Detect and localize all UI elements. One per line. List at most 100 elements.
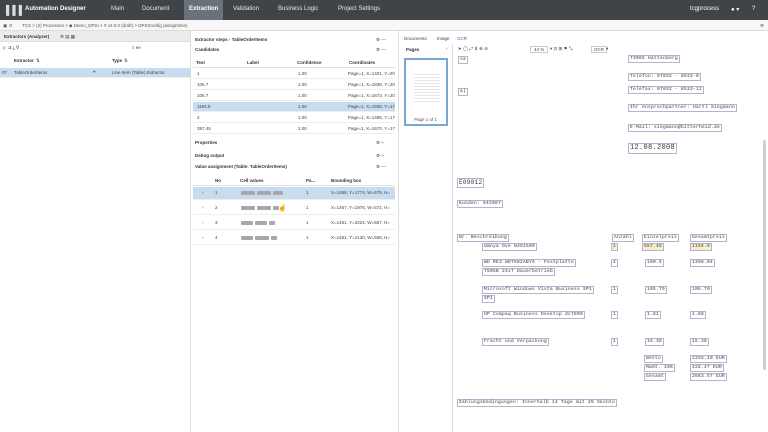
candidate-row[interactable]: 2 1.00 Page=1, X=1485, Y=17: [193, 113, 395, 123]
col-type[interactable]: Type: [112, 58, 122, 63]
ocr-item-qty[interactable]: 1: [611, 286, 619, 294]
ocr-item-desc[interactable]: HP Compaq Business Desktop dc7800: [482, 311, 586, 319]
properties-title[interactable]: Properties: [195, 140, 217, 145]
expand-icon[interactable]: ›: [202, 190, 204, 195]
col-label[interactable]: Label: [247, 60, 259, 65]
ocr-item-desc[interactable]: WD RE3 WD7502ABYS - Festplatte: [482, 259, 577, 267]
expand-icon[interactable]: ›: [202, 220, 204, 225]
panel-settings-icon[interactable]: ⚙ —: [376, 164, 386, 170]
col-no[interactable]: No: [215, 178, 221, 183]
ocr-word[interactable]: a): [458, 88, 469, 96]
panel-settings-icon[interactable]: ⚙ +: [376, 153, 384, 159]
ocr-item-total[interactable]: 105.70: [690, 286, 713, 294]
ocr-item-price[interactable]: 15.38: [645, 338, 665, 346]
ocr-item-price[interactable]: 1.61: [645, 311, 662, 319]
col-confidence[interactable]: Confidence: [297, 60, 322, 65]
ocr-item-qty[interactable]: 1: [611, 338, 619, 346]
ocr-item-price[interactable]: 557.45: [642, 243, 665, 251]
ocr-item-price[interactable]: 100.5: [645, 259, 665, 267]
ocr-item-qty[interactable]: 1: [611, 311, 619, 319]
assignment-row-selected[interactable]: › 1 1 X=1488, Y=1774, W=579, H=: [193, 187, 395, 200]
viewer-toolbar-icons[interactable]: ➤ ◯ ⤢ ⬇ ⊕ ⊖: [458, 46, 488, 52]
ocr-word[interactable]: Gesamtpreis: [690, 234, 728, 242]
panel-settings-icon[interactable]: ⚙ +: [376, 140, 384, 146]
zoom-field[interactable]: 44 %: [530, 46, 549, 53]
ocr-item-price[interactable]: 105.79: [645, 286, 668, 294]
candidate-row[interactable]: 105.7 1.00 Page=1, X=1938, Y=20: [193, 80, 395, 90]
expand-icon[interactable]: ›: [202, 205, 204, 210]
ocr-summary-label[interactable]: Netto: [644, 355, 664, 363]
ocr-item-total[interactable]: 1194.9: [690, 243, 713, 251]
ocr-word[interactable]: Einzelpreis: [642, 234, 680, 242]
ocr-summary-label[interactable]: Gesamt: [644, 373, 667, 381]
tab-validation[interactable]: Validation: [233, 6, 259, 12]
user-name[interactable]: tcgprocess: [690, 6, 719, 12]
ocr-payment-terms[interactable]: Zahlungsbedingungen: Innerhalb 14 Tage m…: [457, 399, 618, 407]
ocr-word[interactable]: sa: [458, 56, 469, 64]
candidate-row[interactable]: 105.7 1.00 Page=1, X=1673, Y=20: [193, 91, 395, 101]
save-icon[interactable]: ▣ ↺: [3, 23, 12, 29]
page-thumbnail[interactable]: Page 1 of 1: [404, 58, 448, 126]
ocr-word[interactable]: SP1: [482, 295, 496, 303]
mode-select[interactable]: OCR: [591, 46, 607, 53]
ocr-item-qty[interactable]: 1: [611, 243, 619, 251]
expand-icon[interactable]: ›: [202, 235, 204, 240]
ocr-item-qty[interactable]: 4: [611, 259, 619, 267]
assignment-row[interactable]: › 2 ☝ 1 X=1467, Y=1976, W=572, H=: [193, 202, 395, 215]
viewer-tab-documents[interactable]: Documents: [404, 36, 427, 41]
panel-settings-icon[interactable]: ⚙ —: [376, 37, 386, 43]
extractor-row[interactable]: 0? TableOrderItems ● Line Item (Table) E…: [0, 68, 190, 78]
tab-project-settings[interactable]: Project Settings: [338, 6, 380, 12]
viewer-tab-ocr[interactable]: OCR: [457, 36, 467, 41]
chevron-down-icon[interactable]: ▾: [606, 46, 608, 52]
assignment-row[interactable]: › 4 1 X=1491, Y=2130, W=568, H=: [193, 232, 395, 245]
help-icon[interactable]: ?: [752, 6, 755, 12]
viewer-tab-image[interactable]: Image: [437, 36, 450, 41]
ocr-summary-value[interactable]: 2683.57 EUR: [690, 373, 728, 381]
col-cell-values[interactable]: Cell values: [240, 178, 264, 183]
ocr-address-line[interactable]: Telefax: 07032 - 8533-12: [628, 86, 705, 94]
tab-document[interactable]: Document: [142, 6, 169, 12]
ocr-item-total[interactable]: 15.38: [690, 338, 710, 346]
ocr-summary-label[interactable]: MwSt. 19%: [644, 364, 676, 372]
col-bounding-box[interactable]: Bounding box: [331, 178, 361, 183]
extractor-search-input[interactable]: ⌕ ee: [132, 45, 141, 50]
candidate-row-selected[interactable]: 1194.9 1.00 Page=1, X=1938, Y=17: [193, 102, 395, 112]
ocr-item-desc-2[interactable]: 750GB 24x7 Dauerbetrieb: [482, 268, 556, 276]
col-text[interactable]: Text: [196, 60, 205, 65]
debug-output-title[interactable]: Debug output: [195, 153, 224, 158]
tab-business-logic[interactable]: Business Logic: [278, 6, 318, 12]
assignment-row[interactable]: › 3 1 X=1461, Y=2224, W=567, H=: [193, 217, 395, 230]
candidate-row[interactable]: 397.45 1.00 Page=1, X=1670, Y=17: [193, 124, 395, 134]
ocr-invoice-number[interactable]: E09812: [457, 178, 485, 188]
ocr-summary-value[interactable]: 2255.10 EUR: [690, 355, 728, 363]
ocr-word[interactable]: Anzahl: [612, 234, 635, 242]
ocr-customer-number[interactable]: Kunden: 942087: [457, 200, 504, 208]
ocr-item-desc[interactable]: Microsoft Windows Vista Business SP1: [482, 286, 595, 294]
extractor-actions-icons[interactable]: ▷ ⇉ ⤓ ∇: [3, 45, 19, 51]
tab-extraction[interactable]: Extraction: [184, 0, 224, 20]
ocr-table-header[interactable]: Nr. Beschreibung: [457, 234, 510, 242]
settings-icon[interactable]: ⚙: [760, 23, 764, 29]
ocr-address-line[interactable]: Telefon: 07032 - 8533-0: [628, 73, 702, 81]
ocr-item-total[interactable]: 1.88: [690, 311, 707, 319]
col-page[interactable]: Pa...: [306, 178, 315, 183]
sort-icon[interactable]: ⇅: [124, 58, 128, 64]
breadcrumb[interactable]: TCS > (2) Processes > ◆ Demo_DPSI > # v2…: [22, 23, 188, 29]
tab-main[interactable]: Main: [111, 6, 124, 12]
viewer-tools-icons[interactable]: ▾ ⊡ ⊞ ⚑ ⤡: [550, 46, 572, 52]
ocr-address-line[interactable]: Ihr Ansprechpartner: Hartl Siegmann: [628, 104, 738, 112]
user-icon[interactable]: ● ▾: [731, 6, 739, 13]
sort-icon[interactable]: ⇅: [36, 58, 40, 64]
panel-settings-icon[interactable]: ⚙ —: [376, 47, 386, 53]
ocr-date[interactable]: 12.08.2008: [628, 143, 678, 154]
ocr-item-total[interactable]: 1398.04: [690, 259, 716, 267]
ocr-item-desc[interactable]: Fracht und Verpackung: [482, 338, 550, 346]
ocr-address-line[interactable]: 73065 Hattenberg: [628, 55, 681, 63]
ocr-summary-value[interactable]: 428.47 EUR: [690, 364, 725, 372]
ocr-address-line[interactable]: E-Mail: siegmann@bitterheid.de: [628, 124, 723, 132]
candidate-row[interactable]: 1 1.00 Page=1, X=1401, Y=20: [193, 69, 395, 79]
col-coordinates[interactable]: Coordinates: [349, 60, 375, 65]
extractor-toolbar-icons[interactable]: ⚙ ▤ ▦: [60, 34, 75, 40]
col-extractor[interactable]: Extractor: [14, 58, 34, 63]
